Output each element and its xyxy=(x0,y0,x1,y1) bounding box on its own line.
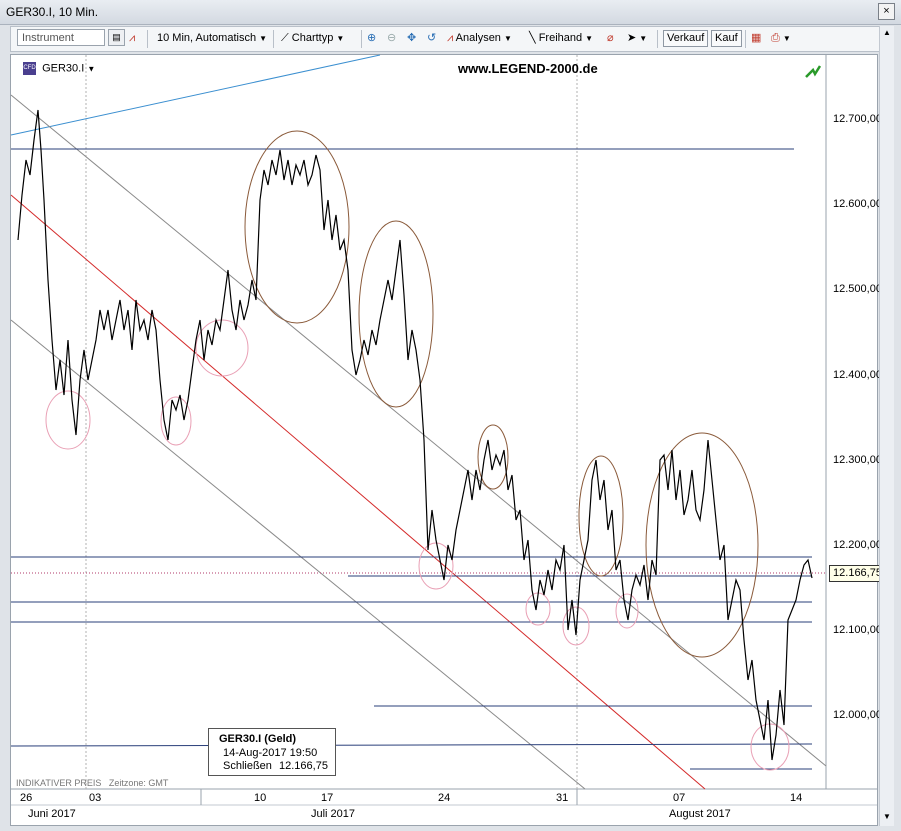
price-axis-label: 12.100,00 xyxy=(833,624,882,636)
toolbar-separator xyxy=(147,30,148,48)
price-axis-label: 12.600,00 xyxy=(833,198,882,210)
timezone-note: Zeitzone: GMT xyxy=(108,778,169,788)
tooltip-close-label: Schließen xyxy=(223,760,272,772)
price-axis-label: 12.500,00 xyxy=(833,283,882,295)
indicative-price-note: INDIKATIVER PREIS xyxy=(16,778,102,788)
chevron-down-icon: ▼ xyxy=(336,34,345,43)
month-axis-label: Juli 2017 xyxy=(311,808,356,820)
freehand-dropdown[interactable]: ╲ Freihand ▼ xyxy=(529,30,593,47)
toolbar-separator xyxy=(361,30,362,48)
month-axis-label: Juni 2017 xyxy=(28,808,76,820)
symbol-selector[interactable]: CFD GER30.I ▼ xyxy=(23,62,95,75)
symbol-label: GER30.I xyxy=(42,62,85,75)
charttype-label: Charttyp xyxy=(291,32,334,44)
print-icon: ⎙ xyxy=(771,32,780,44)
chevron-down-icon: ▼ xyxy=(259,34,268,43)
sell-button[interactable]: Verkauf xyxy=(663,30,709,47)
freehand-pen-icon: ╲ xyxy=(529,32,536,44)
data-tooltip: GER30.I (Geld) 14-Aug-2017 19:50 Schließ… xyxy=(208,728,336,776)
date-axis-label: 07 xyxy=(673,792,686,804)
date-axis-label: 17 xyxy=(321,792,334,804)
pan-icon[interactable]: ✥ xyxy=(407,30,416,47)
instrument-picker-icon[interactable]: ▤ xyxy=(108,29,125,46)
print-dropdown[interactable]: ⎙ ▼ xyxy=(771,30,791,47)
indicator-icon[interactable]: ⩘ xyxy=(129,30,135,47)
toolbar-separator xyxy=(273,30,274,48)
month-axis-label: August 2017 xyxy=(669,808,731,820)
date-axis-label: 24 xyxy=(438,792,451,804)
date-axis-label: 10 xyxy=(254,792,267,804)
date-axis-label: 26 xyxy=(20,792,33,804)
chart-area[interactable] xyxy=(10,54,878,826)
price-axis-label: 12.200,00 xyxy=(833,539,882,551)
chevron-down-icon: ▼ xyxy=(639,34,648,43)
chevron-down-icon: ▼ xyxy=(504,34,512,43)
toolbar-separator xyxy=(657,30,658,48)
price-axis-label: 12.300,00 xyxy=(833,454,882,466)
line-chart-icon: ⟋ xyxy=(281,32,289,44)
date-axis-label: 31 xyxy=(556,792,569,804)
tooltip-title: GER30.I (Geld) xyxy=(219,733,297,745)
price-axis-label: 12.700,00 xyxy=(833,113,882,125)
charttype-dropdown[interactable]: ⟋ Charttyp ▼ xyxy=(281,30,344,47)
buy-button[interactable]: Kauf xyxy=(711,30,742,47)
chart-toolbar: Instrument ▤ ⩘ 10 Min, Automatisch ▼ ⟋ C… xyxy=(10,26,880,52)
interval-dropdown[interactable]: 10 Min, Automatisch ▼ xyxy=(157,30,267,47)
watermark-text: www.LEGEND-2000.de xyxy=(458,61,598,76)
date-axis-label: 03 xyxy=(89,792,102,804)
price-axis-label: 12.000,00 xyxy=(833,709,882,721)
chart-settings-icon[interactable]: ▦ xyxy=(751,30,761,47)
scroll-up-icon[interactable]: ▲ xyxy=(882,28,892,38)
date-axis-label: 14 xyxy=(790,792,803,804)
analysis-icon: ⩘ xyxy=(447,32,454,44)
chart-window: GER30.I, 10 Min. × Instrument ▤ ⩘ 10 Min… xyxy=(0,0,901,831)
window-title: GER30.I, 10 Min. xyxy=(6,5,99,19)
chevron-down-icon: ▼ xyxy=(585,34,594,43)
undo-icon[interactable]: ↺ xyxy=(427,30,436,47)
cursor-icon: ➤ xyxy=(627,32,637,44)
title-bar: GER30.I, 10 Min. × xyxy=(0,0,901,25)
zoom-in-icon[interactable]: ⊕ xyxy=(367,30,376,47)
eraser-icon[interactable]: ⌀ xyxy=(607,30,614,47)
interval-label: 10 Min, xyxy=(157,32,194,44)
zoom-out-icon[interactable]: ⊖ xyxy=(387,30,396,47)
toolbar-separator xyxy=(745,30,746,48)
chevron-down-icon: ▼ xyxy=(782,34,791,43)
analyses-dropdown[interactable]: ⩘ Analysen ▼ xyxy=(447,30,512,47)
analyses-label: Analysen xyxy=(455,32,501,44)
cursor-dropdown[interactable]: ➤ ▼ xyxy=(627,30,647,47)
scale-label: Automatisch xyxy=(195,32,257,44)
freehand-label: Freihand xyxy=(538,32,583,44)
vertical-scrollbar[interactable]: ▲ ▼ xyxy=(879,26,894,826)
cfd-icon: CFD xyxy=(23,62,36,75)
scroll-down-icon[interactable]: ▼ xyxy=(882,812,892,822)
footer-note: INDIKATIVER PREIS Zeitzone: GMT xyxy=(16,778,168,788)
tooltip-datetime: 14-Aug-2017 19:50 xyxy=(223,747,318,759)
close-button[interactable]: × xyxy=(878,3,895,20)
price-axis-label: 12.400,00 xyxy=(833,369,882,381)
current-price-badge: 12.166,75 xyxy=(829,565,886,582)
tooltip-close-value: 12.166,75 xyxy=(279,760,328,772)
chevron-down-icon: ▼ xyxy=(87,64,96,74)
instrument-input[interactable]: Instrument xyxy=(17,29,105,46)
